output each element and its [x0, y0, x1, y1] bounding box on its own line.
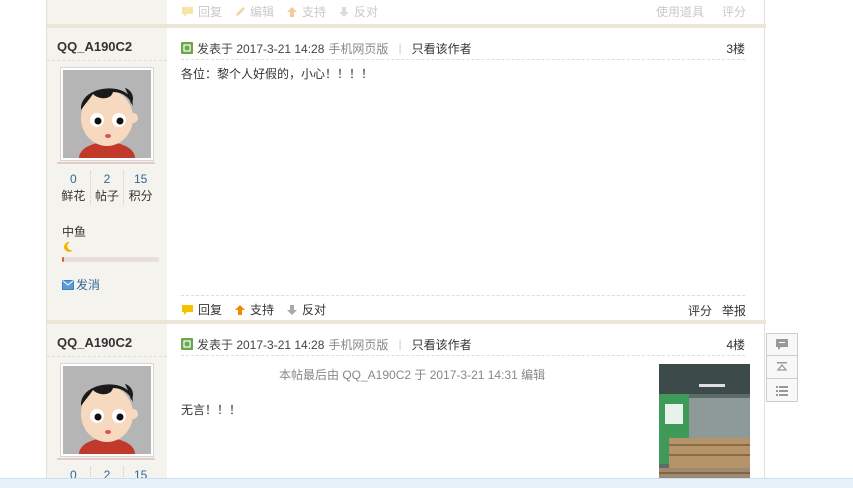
up-arrow-icon: [235, 304, 246, 315]
author-stats: 0 鲜花 2 帖子 15 积分: [57, 171, 157, 205]
user-group[interactable]: 中鱼: [62, 223, 86, 240]
only-author-link[interactable]: 只看该作者: [412, 40, 472, 57]
online-status-icon: [181, 42, 193, 54]
oppose-button[interactable]: 反对: [286, 301, 326, 318]
thread-list-button[interactable]: [766, 379, 798, 402]
author-sidebar: QQ_A190C2: [47, 324, 167, 488]
post-floor-4: QQ_A190C2 0 2 15 发表于 2017-3-21 14:28 手机网…: [47, 324, 766, 488]
only-author-link[interactable]: 只看该作者: [412, 336, 472, 353]
floating-toolbar: [766, 333, 798, 402]
prev-reply-button[interactable]: 回复: [181, 3, 222, 20]
post-photo[interactable]: [659, 364, 750, 488]
avatar-cartoon-icon: [63, 70, 151, 158]
send-message-link[interactable]: 发消: [62, 276, 100, 293]
post-date: 发表于 2017-3-21 14:28: [197, 41, 325, 56]
previous-post-footer: 回复 编辑 支持 反对 使用道具 评分: [47, 0, 766, 24]
avatar-cartoon-icon: [63, 366, 151, 454]
moon-icon: [64, 241, 73, 252]
post-floor-3: QQ_A190C2 0 鲜花 2 帖子 15 积分 中鱼 发消 发表于 2017…: [47, 28, 766, 320]
list-icon: [776, 385, 788, 396]
support-button[interactable]: 支持: [234, 301, 274, 318]
reply-icon: [182, 6, 193, 17]
prev-rate-link[interactable]: 评分: [722, 3, 746, 20]
back-to-top-button[interactable]: [766, 356, 798, 379]
author-name[interactable]: QQ_A190C2: [57, 335, 132, 350]
prev-support-button[interactable]: 支持: [286, 3, 326, 20]
thread-container: 回复 编辑 支持 反对 使用道具 评分 QQ_A190C2 0 鲜花 2 帖子 …: [46, 0, 766, 488]
prev-oppose-button[interactable]: 反对: [338, 3, 378, 20]
quick-reply-button[interactable]: [766, 333, 798, 356]
comment-icon: [776, 339, 788, 350]
floor-number[interactable]: 4楼: [726, 336, 745, 353]
rate-link[interactable]: 评分: [688, 302, 712, 319]
author-name[interactable]: QQ_A190C2: [57, 39, 132, 54]
stat-points[interactable]: 15 积分: [124, 171, 157, 205]
stat-flowers[interactable]: 0 鲜花: [57, 171, 91, 205]
post-header: 发表于 2017-3-21 14:28 手机网页版 | 只看该作者 3楼: [181, 38, 745, 58]
avatar[interactable]: [60, 363, 154, 457]
post-content: 各位：黎个人好假的，小心！！！！: [181, 67, 374, 81]
report-link[interactable]: 举报: [722, 302, 746, 319]
level-progress-bar: [62, 257, 159, 262]
up-arrow-icon: [287, 6, 298, 17]
post-actions: 回复 支持 反对: [181, 301, 326, 318]
reply-button[interactable]: 回复: [181, 301, 222, 318]
post-date: 发表于 2017-3-21 14:28: [197, 337, 325, 352]
back-to-top-icon: [776, 362, 788, 371]
use-tool-link[interactable]: 使用道具: [656, 3, 704, 20]
author-sidebar: QQ_A190C2: [47, 28, 167, 320]
edit-icon: [236, 6, 246, 16]
bottom-status-bar: [0, 478, 853, 488]
floor-number[interactable]: 3楼: [726, 40, 745, 57]
edit-note: 本帖最后由 QQ_A190C2 于 2017-3-21 14:31 编辑: [279, 368, 546, 382]
down-arrow-icon: [339, 6, 350, 17]
down-arrow-icon: [287, 304, 298, 315]
store-photo-image: [659, 364, 750, 488]
online-status-icon: [181, 338, 193, 350]
prev-edit-button[interactable]: 编辑: [234, 3, 274, 20]
post-via: 手机网页版: [328, 41, 389, 56]
mail-icon: [62, 279, 74, 290]
stat-posts[interactable]: 2 帖子: [91, 171, 125, 205]
avatar[interactable]: [60, 67, 154, 161]
post-via: 手机网页版: [328, 337, 389, 352]
post-header: 发表于 2017-3-21 14:28 手机网页版 | 只看该作者 4楼: [181, 334, 745, 354]
reply-icon: [182, 304, 193, 315]
post-content: 无言！！！: [181, 403, 242, 417]
